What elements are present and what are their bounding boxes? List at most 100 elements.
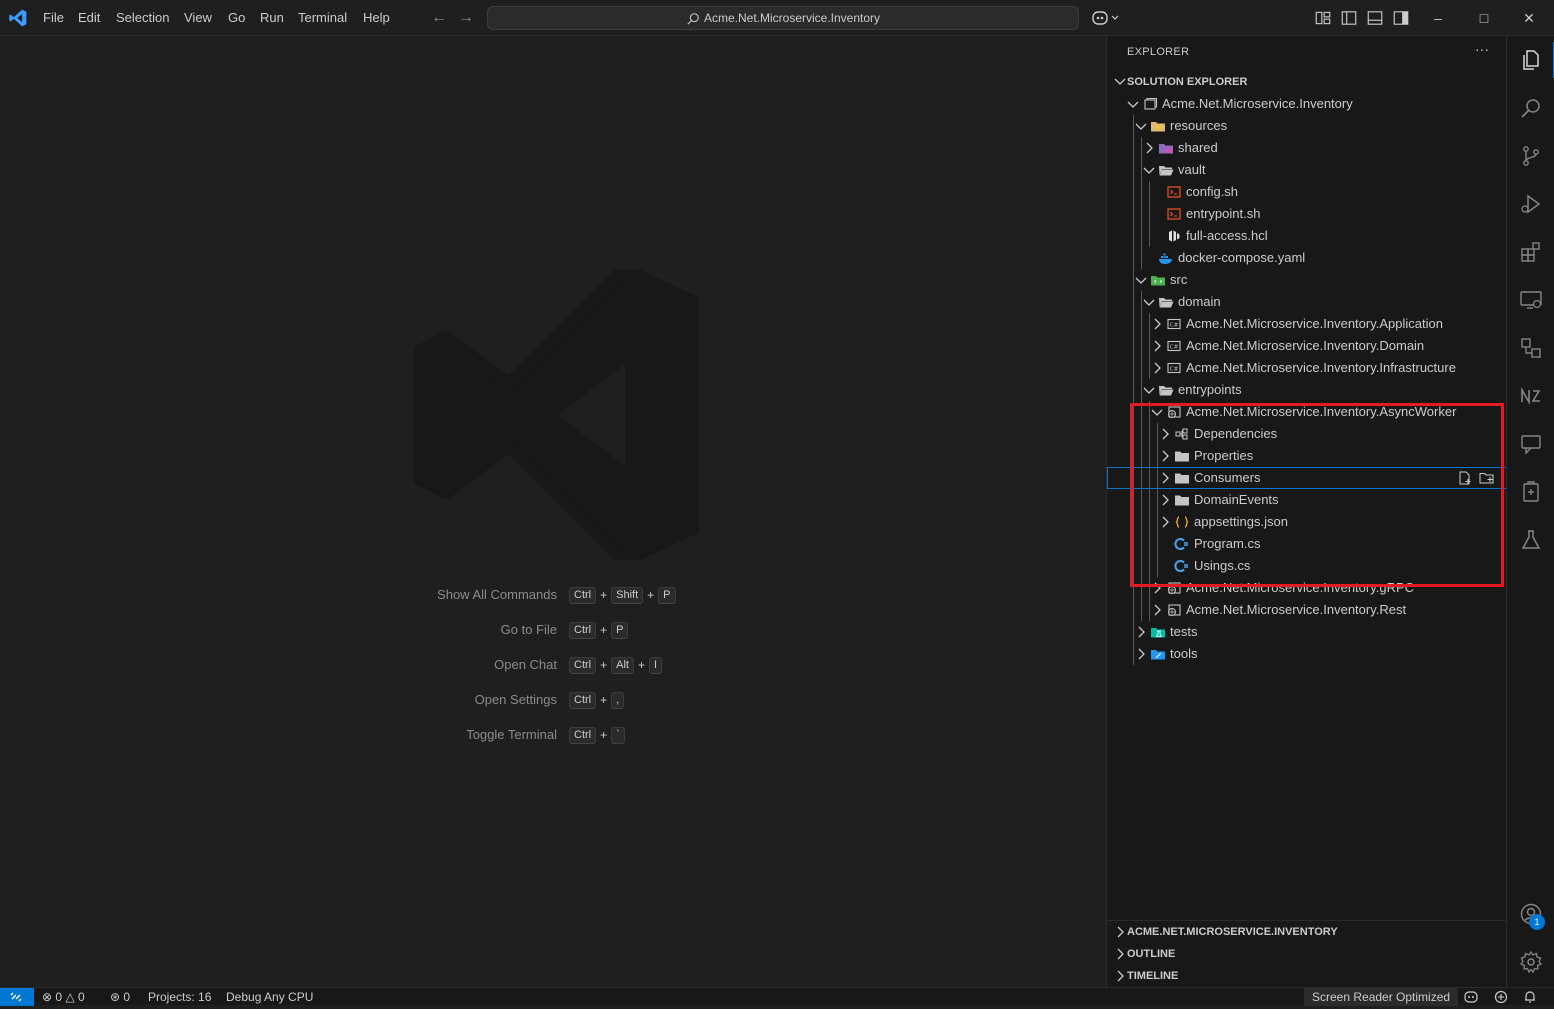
folder-src-icon	[1151, 276, 1165, 286]
csproj-icon: C#	[1167, 340, 1181, 352]
problems-indicator[interactable]: ⊗ 0 △ 0	[42, 988, 85, 1006]
chevron-down-icon[interactable]	[1134, 273, 1148, 287]
tree-item[interactable]: vault	[1107, 159, 1507, 181]
tree-item[interactable]: tools	[1107, 643, 1507, 665]
chevron-right-icon[interactable]	[1150, 361, 1164, 375]
back-arrow-icon[interactable]: ←	[430, 9, 448, 27]
tree-item[interactable]: entrypoint.sh	[1107, 203, 1507, 225]
chevron-down-icon[interactable]	[1142, 163, 1156, 177]
chevron-down-icon[interactable]	[1126, 97, 1140, 111]
section-outline[interactable]: OUTLINE	[1107, 943, 1507, 965]
tree-item-label: docker-compose.yaml	[1178, 250, 1306, 265]
screen-reader-optimized[interactable]: Screen Reader Optimized	[1304, 988, 1459, 1006]
menu-view[interactable]: View	[184, 0, 212, 36]
menu-go[interactable]: Go	[228, 0, 245, 36]
menu-file[interactable]: File	[43, 0, 64, 36]
shortcut-hint: Show All Commands Ctrl + Shift + P	[0, 585, 1106, 605]
tree-item[interactable]: config.sh	[1107, 181, 1507, 203]
close-button[interactable]: ✕	[1506, 0, 1552, 36]
chevron-right-icon[interactable]	[1150, 339, 1164, 353]
search-icon[interactable]	[1519, 96, 1543, 120]
tree-item[interactable]: resources	[1107, 115, 1507, 137]
command-center-text: Acme.Net.Microservice.Inventory	[703, 11, 881, 25]
chevron-right-icon[interactable]	[1134, 625, 1148, 639]
plus-separator: +	[600, 623, 608, 637]
ports-count: 0	[123, 990, 131, 1004]
tree-item-label: full-access.hcl	[1186, 228, 1268, 243]
shortcut-hint: Open Chat Ctrl + Alt + I	[0, 655, 1106, 675]
chevron-down-icon[interactable]	[1142, 383, 1156, 397]
tree-item[interactable]: full-access.hcl	[1107, 225, 1507, 247]
indent-guide	[1149, 313, 1150, 379]
copilot-status-icon[interactable]	[1463, 990, 1479, 1004]
solution-icon	[1144, 97, 1158, 110]
tree-item[interactable]: C# Acme.Net.Microservice.Inventory.Infras…	[1107, 357, 1507, 379]
hcl-file-icon	[1169, 230, 1180, 242]
command-center[interactable]: Acme.Net.Microservice.Inventory	[487, 6, 1079, 30]
nx-console-icon[interactable]	[1519, 384, 1543, 408]
tree-item[interactable]: src	[1107, 269, 1507, 291]
tree-item[interactable]: entrypoints	[1107, 379, 1507, 401]
menu-help[interactable]: Help	[363, 0, 390, 36]
remote-indicator[interactable]	[0, 988, 34, 1006]
notifications-bell-icon[interactable]	[1523, 990, 1537, 1004]
tree-item[interactable]: tests	[1107, 621, 1507, 643]
tree-item[interactable]: C# Acme.Net.Microservice.Inventory.Domain	[1107, 335, 1507, 357]
keycap: `	[611, 726, 625, 744]
customize-layout-icon[interactable]	[1314, 9, 1332, 27]
tree-item-label: resources	[1170, 118, 1228, 133]
folder-tests-icon	[1151, 628, 1165, 638]
build-configuration[interactable]: Debug Any CPU	[226, 988, 313, 1006]
remote-explorer-icon[interactable]	[1519, 288, 1543, 312]
toggle-secondary-sidebar-icon[interactable]	[1392, 9, 1410, 27]
containers-icon[interactable]	[1519, 336, 1543, 360]
chevron-down-icon[interactable]	[1134, 119, 1148, 133]
tree-item[interactable]: Acme.Net.Microservice.Inventory	[1107, 93, 1507, 115]
source-control-icon[interactable]	[1519, 144, 1543, 168]
keycap: Alt	[611, 656, 634, 674]
maximize-button[interactable]: □	[1461, 0, 1507, 36]
editor-area[interactable]: Show All Commands Ctrl + Shift + P Go to File C…	[0, 36, 1106, 987]
plus-separator: +	[637, 658, 645, 672]
section-workspace[interactable]: ACME.NET.MICROSERVICE.INVENTORY	[1107, 921, 1507, 943]
more-actions-icon[interactable]: ···	[1475, 41, 1489, 57]
section-timeline[interactable]: TIMELINE	[1107, 965, 1507, 987]
chevron-right-icon	[1117, 926, 1124, 938]
vscode-watermark-icon	[414, 270, 699, 560]
tree-item[interactable]: C# Acme.Net.Microservice.Inventory.Applic…	[1107, 313, 1507, 335]
manage-gear-icon[interactable]	[1519, 950, 1543, 974]
explorer-icon[interactable]	[1519, 48, 1543, 72]
forward-arrow-icon[interactable]: →	[457, 9, 475, 27]
toggle-panel-icon[interactable]	[1366, 9, 1384, 27]
chevron-right-icon[interactable]	[1142, 141, 1156, 155]
test-explorer-icon[interactable]	[1519, 480, 1543, 504]
tree-item[interactable]: shared	[1107, 137, 1507, 159]
tree-item[interactable]: Acme.Net.Microservice.Inventory.Rest	[1107, 599, 1507, 621]
testing-flask-icon[interactable]	[1519, 528, 1543, 552]
solution-explorer-header[interactable]: SOLUTION EXPLORER	[1107, 71, 1507, 93]
chevron-down-icon[interactable]	[1142, 295, 1156, 309]
chat-icon[interactable]	[1519, 432, 1543, 456]
svg-text:C#: C#	[1170, 323, 1179, 329]
projects-count[interactable]: Projects: 16	[148, 988, 211, 1006]
copilot-icon[interactable]	[1091, 9, 1121, 27]
extension-status-icon[interactable]	[1493, 990, 1509, 1004]
chevron-right-icon[interactable]	[1150, 317, 1164, 331]
keycap: Ctrl	[569, 586, 597, 604]
ports-indicator[interactable]: ⊛ 0	[110, 988, 130, 1006]
shortcut-keys: Ctrl + `	[569, 726, 625, 744]
tree-item[interactable]: docker-compose.yaml	[1107, 247, 1507, 269]
minimize-button[interactable]: –	[1415, 0, 1461, 36]
menu-terminal[interactable]: Terminal	[298, 0, 347, 36]
chevron-right-icon[interactable]	[1150, 603, 1164, 617]
menu-run[interactable]: Run	[260, 0, 284, 36]
run-debug-icon[interactable]	[1519, 192, 1543, 216]
shortcut-keys: Ctrl + Shift + P	[569, 586, 676, 604]
menu-selection[interactable]: Selection	[116, 0, 169, 36]
toggle-primary-sidebar-icon[interactable]	[1340, 9, 1358, 27]
menu-edit[interactable]: Edit	[78, 0, 100, 36]
extensions-icon[interactable]	[1519, 240, 1543, 264]
tree-item[interactable]: domain	[1107, 291, 1507, 313]
chevron-down-icon	[1114, 78, 1126, 85]
chevron-right-icon[interactable]	[1134, 647, 1148, 661]
